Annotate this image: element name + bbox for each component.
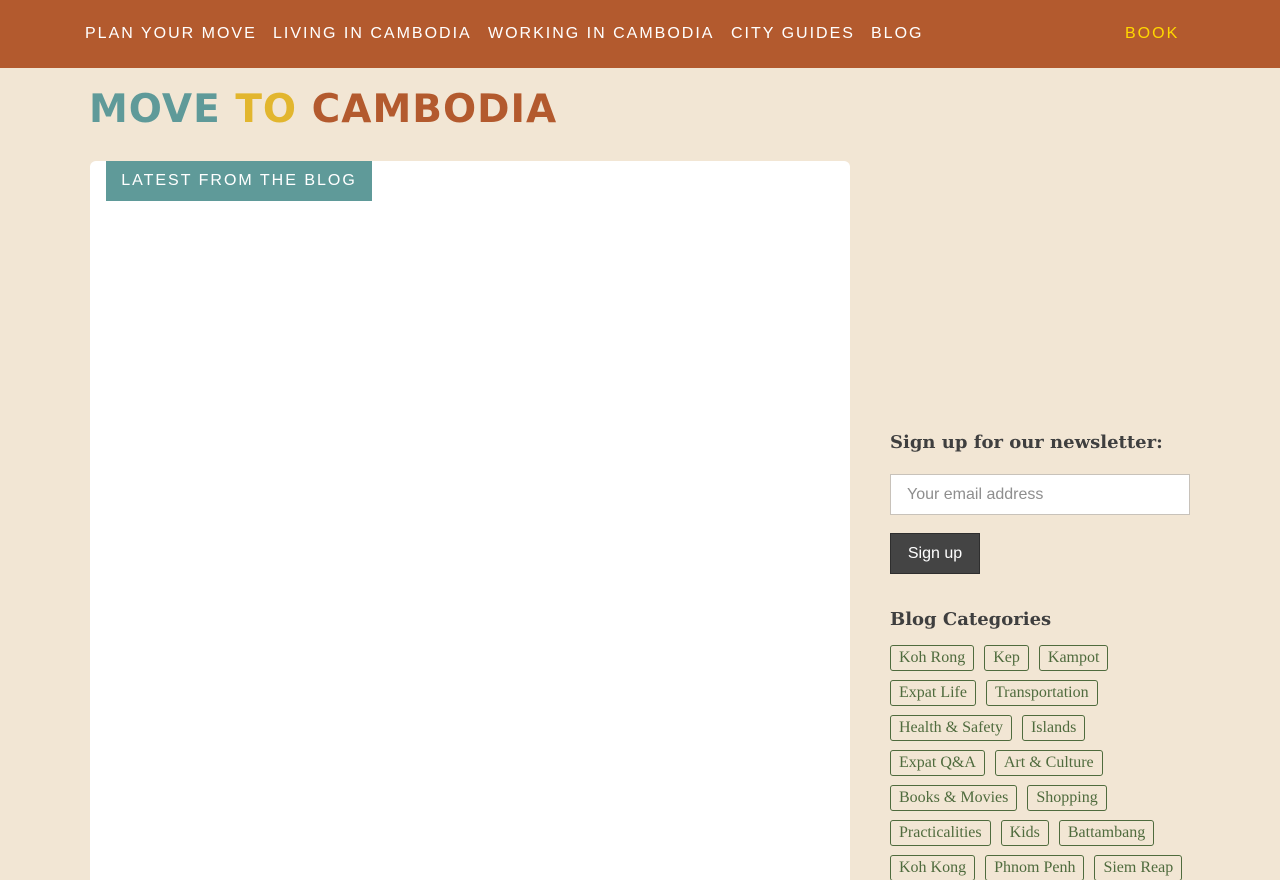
logo-word-move: MOVE	[89, 87, 221, 132]
category-tag-expat-life[interactable]: Expat Life	[890, 680, 976, 706]
nav-plan-your-move[interactable]: PLAN YOUR MOVE	[85, 24, 257, 44]
category-row: Books & Movies Shopping	[890, 785, 1260, 820]
category-row: Practicalities Kids Battambang	[890, 820, 1260, 855]
site-logo[interactable]: MOVE TO CAMBODIA	[89, 88, 557, 132]
category-tag-kep[interactable]: Kep	[984, 645, 1029, 671]
logo-word-to: TO	[235, 87, 298, 132]
category-tag-siem-reap[interactable]: Siem Reap	[1094, 855, 1183, 880]
nav-living-in-cambodia[interactable]: LIVING IN CAMBODIA	[273, 24, 472, 44]
category-tag-kampot[interactable]: Kampot	[1038, 645, 1109, 671]
category-tag-battambang[interactable]: Battambang	[1058, 820, 1155, 846]
signup-button[interactable]: Sign up	[890, 533, 980, 574]
category-tag-islands[interactable]: Islands	[1021, 715, 1086, 741]
email-field[interactable]	[890, 474, 1190, 515]
newsletter-heading: Sign up for our newsletter:	[890, 432, 1163, 453]
category-tag-practicalities[interactable]: Practicalities	[890, 820, 991, 846]
category-row: Expat Q&A Art & Culture	[890, 750, 1260, 785]
category-row: Koh Kong Phnom Penh Siem Reap	[890, 855, 1260, 880]
category-tag-kids[interactable]: Kids	[1000, 820, 1049, 846]
top-navigation: PLAN YOUR MOVE LIVING IN CAMBODIA WORKIN…	[0, 0, 1280, 68]
category-tag-health-safety[interactable]: Health & Safety	[890, 715, 1012, 741]
category-tag-koh-rong[interactable]: Koh Rong	[890, 645, 975, 671]
nav-working-in-cambodia[interactable]: WORKING IN CAMBODIA	[488, 24, 714, 44]
category-tag-koh-kong[interactable]: Koh Kong	[890, 855, 976, 880]
category-tag-art-culture[interactable]: Art & Culture	[994, 750, 1103, 776]
category-tag-shopping[interactable]: Shopping	[1027, 785, 1107, 811]
nav-blog[interactable]: BLOG	[871, 24, 923, 44]
category-row: Health & Safety Islands	[890, 715, 1260, 750]
blog-feed-panel: LATEST FROM THE BLOG	[90, 161, 850, 880]
nav-city-guides[interactable]: CITY GUIDES	[731, 24, 855, 44]
logo-word-cambodia: CAMBODIA	[311, 87, 558, 132]
categories-heading: Blog Categories	[890, 609, 1052, 630]
category-tag-books-movies[interactable]: Books & Movies	[890, 785, 1018, 811]
latest-blog-heading: LATEST FROM THE BLOG	[106, 161, 372, 201]
category-row: Expat Life Transportation	[890, 680, 1260, 715]
category-tag-list: Koh Rong Kep Kampot Expat Life Transportatio…	[890, 645, 1260, 880]
category-tag-phnom-penh[interactable]: Phnom Penh	[985, 855, 1085, 880]
nav-book-link[interactable]: BOOK	[1125, 24, 1179, 44]
category-tag-expat-q-a[interactable]: Expat Q&A	[890, 750, 985, 776]
category-tag-transportation[interactable]: Transportation	[985, 680, 1098, 706]
category-row: Koh Rong Kep Kampot	[890, 645, 1260, 680]
